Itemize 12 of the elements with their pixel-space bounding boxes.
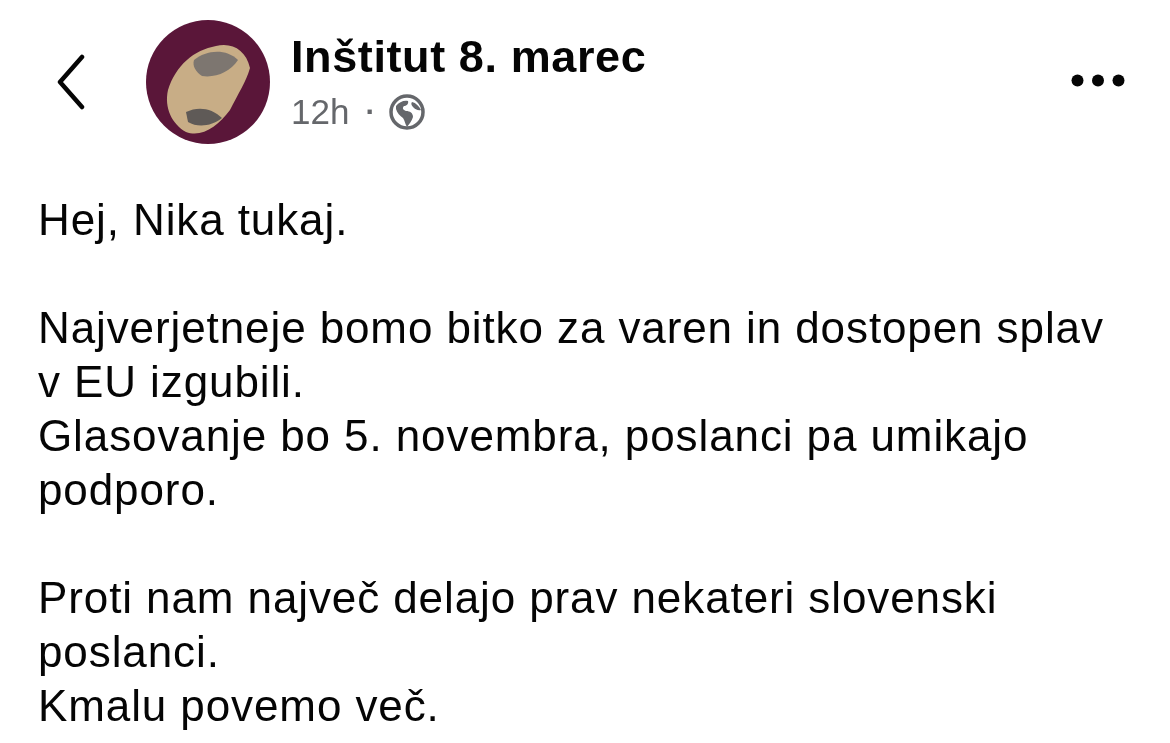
back-icon[interactable]: [57, 54, 85, 110]
separator-dot: ·: [365, 94, 376, 130]
post-time[interactable]: 12h: [291, 90, 350, 134]
post-text: Proti nam največ delajo prav nekateri slovenski poslanci.: [38, 572, 999, 678]
author-name[interactable]: Inštitut 8. marec: [291, 31, 647, 83]
post-text: Kmalu povemo več.: [38, 680, 441, 732]
post-text: Glasovanje bo 5. novembra, poslanci pa umikajo podporo.: [38, 410, 1030, 516]
post-text: Najverjetneje bomo bitko za varen in dostopen splav v EU izgubili.: [38, 302, 1105, 408]
avatar-image[interactable]: [146, 20, 270, 144]
more-icon[interactable]: [1071, 74, 1125, 87]
globe-icon: [389, 94, 426, 130]
post-text: Hej, Nika tukaj.: [38, 194, 350, 246]
